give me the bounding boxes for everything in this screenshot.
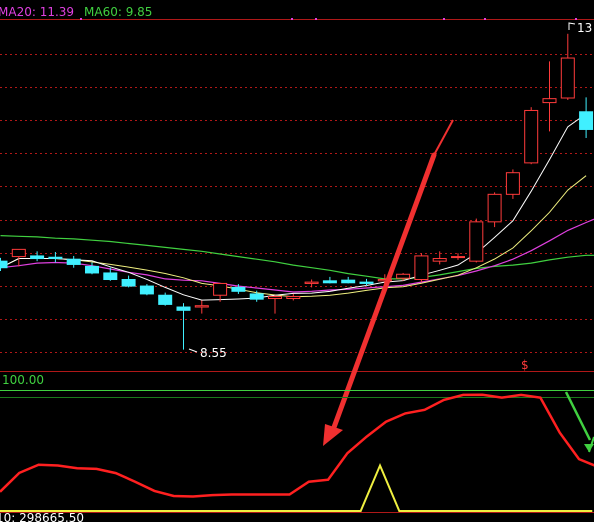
candle-32 <box>579 97 594 138</box>
candle-body <box>524 109 539 164</box>
candle-body <box>48 256 63 260</box>
stock-chart-panel: MA20: 11.39 MA60: 9.85 13 8.55 $ 100.00 … <box>0 5 594 522</box>
arrow-shaft <box>330 152 437 433</box>
indicator-top-label: 100.00 <box>2 373 44 387</box>
candle-body <box>286 296 301 300</box>
candle-body <box>359 281 374 284</box>
candle-body <box>341 279 356 284</box>
top-tick-dot-2 <box>315 18 317 20</box>
indicator-green-tail <box>564 391 592 441</box>
legend-ma60: MA60: 9.85 <box>84 5 152 19</box>
candle-body <box>542 98 557 104</box>
candle-body <box>322 280 337 284</box>
candle-body <box>121 279 136 287</box>
candle-body <box>231 286 246 292</box>
candle-11 <box>194 300 209 314</box>
candle-body <box>176 306 191 311</box>
arrow-thin-tail <box>433 119 454 156</box>
indicator-main-line <box>0 393 594 498</box>
candle-body <box>487 193 502 223</box>
candle-5 <box>85 262 99 275</box>
candle-body <box>30 255 45 260</box>
high-marker-leader <box>568 22 576 30</box>
candle-body <box>268 296 282 300</box>
top-tick-dot-1 <box>291 18 293 20</box>
candle-0 <box>0 257 8 271</box>
candle-26 <box>469 218 484 263</box>
candle-body <box>249 293 264 300</box>
candle-body <box>194 305 209 308</box>
candle-body <box>139 285 154 295</box>
candle-4 <box>66 255 81 268</box>
candle-25 <box>451 253 465 260</box>
candle-body <box>414 255 429 281</box>
candle-body <box>85 265 99 274</box>
indicator-signal-line <box>0 462 593 512</box>
candle-15 <box>268 295 282 314</box>
candle-body <box>11 248 26 258</box>
candle-body <box>579 111 594 130</box>
price-low-mark: 8.55 <box>200 346 227 360</box>
candle-10 <box>176 303 191 350</box>
legend-ma20: MA20: 11.39 <box>0 5 74 19</box>
top-tick-dot-5 <box>575 18 577 20</box>
price-grid <box>0 18 594 372</box>
volume-readout: 10: 298665.50 <box>0 511 84 522</box>
candle-23 <box>414 253 429 283</box>
ma20-line <box>0 218 594 293</box>
candle-body <box>432 258 447 262</box>
arrow-head <box>323 424 343 446</box>
candle-body <box>158 294 173 305</box>
candle-19 <box>341 276 356 284</box>
candle-2 <box>30 251 45 262</box>
candle-28 <box>505 169 520 199</box>
candle-body <box>469 221 484 262</box>
candle-body <box>304 281 319 284</box>
candle-30 <box>542 61 557 132</box>
candle-7 <box>121 275 136 288</box>
annotation-layer <box>188 22 576 446</box>
candle-body <box>213 282 228 296</box>
candle-29 <box>524 107 539 165</box>
top-tick-dot-0 <box>80 18 82 20</box>
signal-mark: $ <box>521 358 529 372</box>
candle-16 <box>286 293 301 301</box>
top-tick-dot-3 <box>443 18 445 20</box>
price-high-mark: 13 <box>577 21 592 35</box>
indicator-panel <box>0 390 594 513</box>
candle-body <box>505 172 520 195</box>
candle-body <box>0 260 8 269</box>
candle-27 <box>487 192 502 228</box>
candle-body <box>103 272 118 281</box>
candle-31 <box>560 33 575 100</box>
candle-body <box>396 273 411 279</box>
top-tick-dot-4 <box>484 18 486 20</box>
candle-9 <box>158 292 173 306</box>
candle-body <box>451 256 465 259</box>
candle-18 <box>322 276 337 284</box>
candle-1 <box>11 248 26 267</box>
candle-body <box>560 57 575 99</box>
candle-body <box>66 258 81 265</box>
candle-8 <box>139 284 154 296</box>
candlestick-series <box>0 33 594 350</box>
low-marker-leader <box>188 348 198 353</box>
